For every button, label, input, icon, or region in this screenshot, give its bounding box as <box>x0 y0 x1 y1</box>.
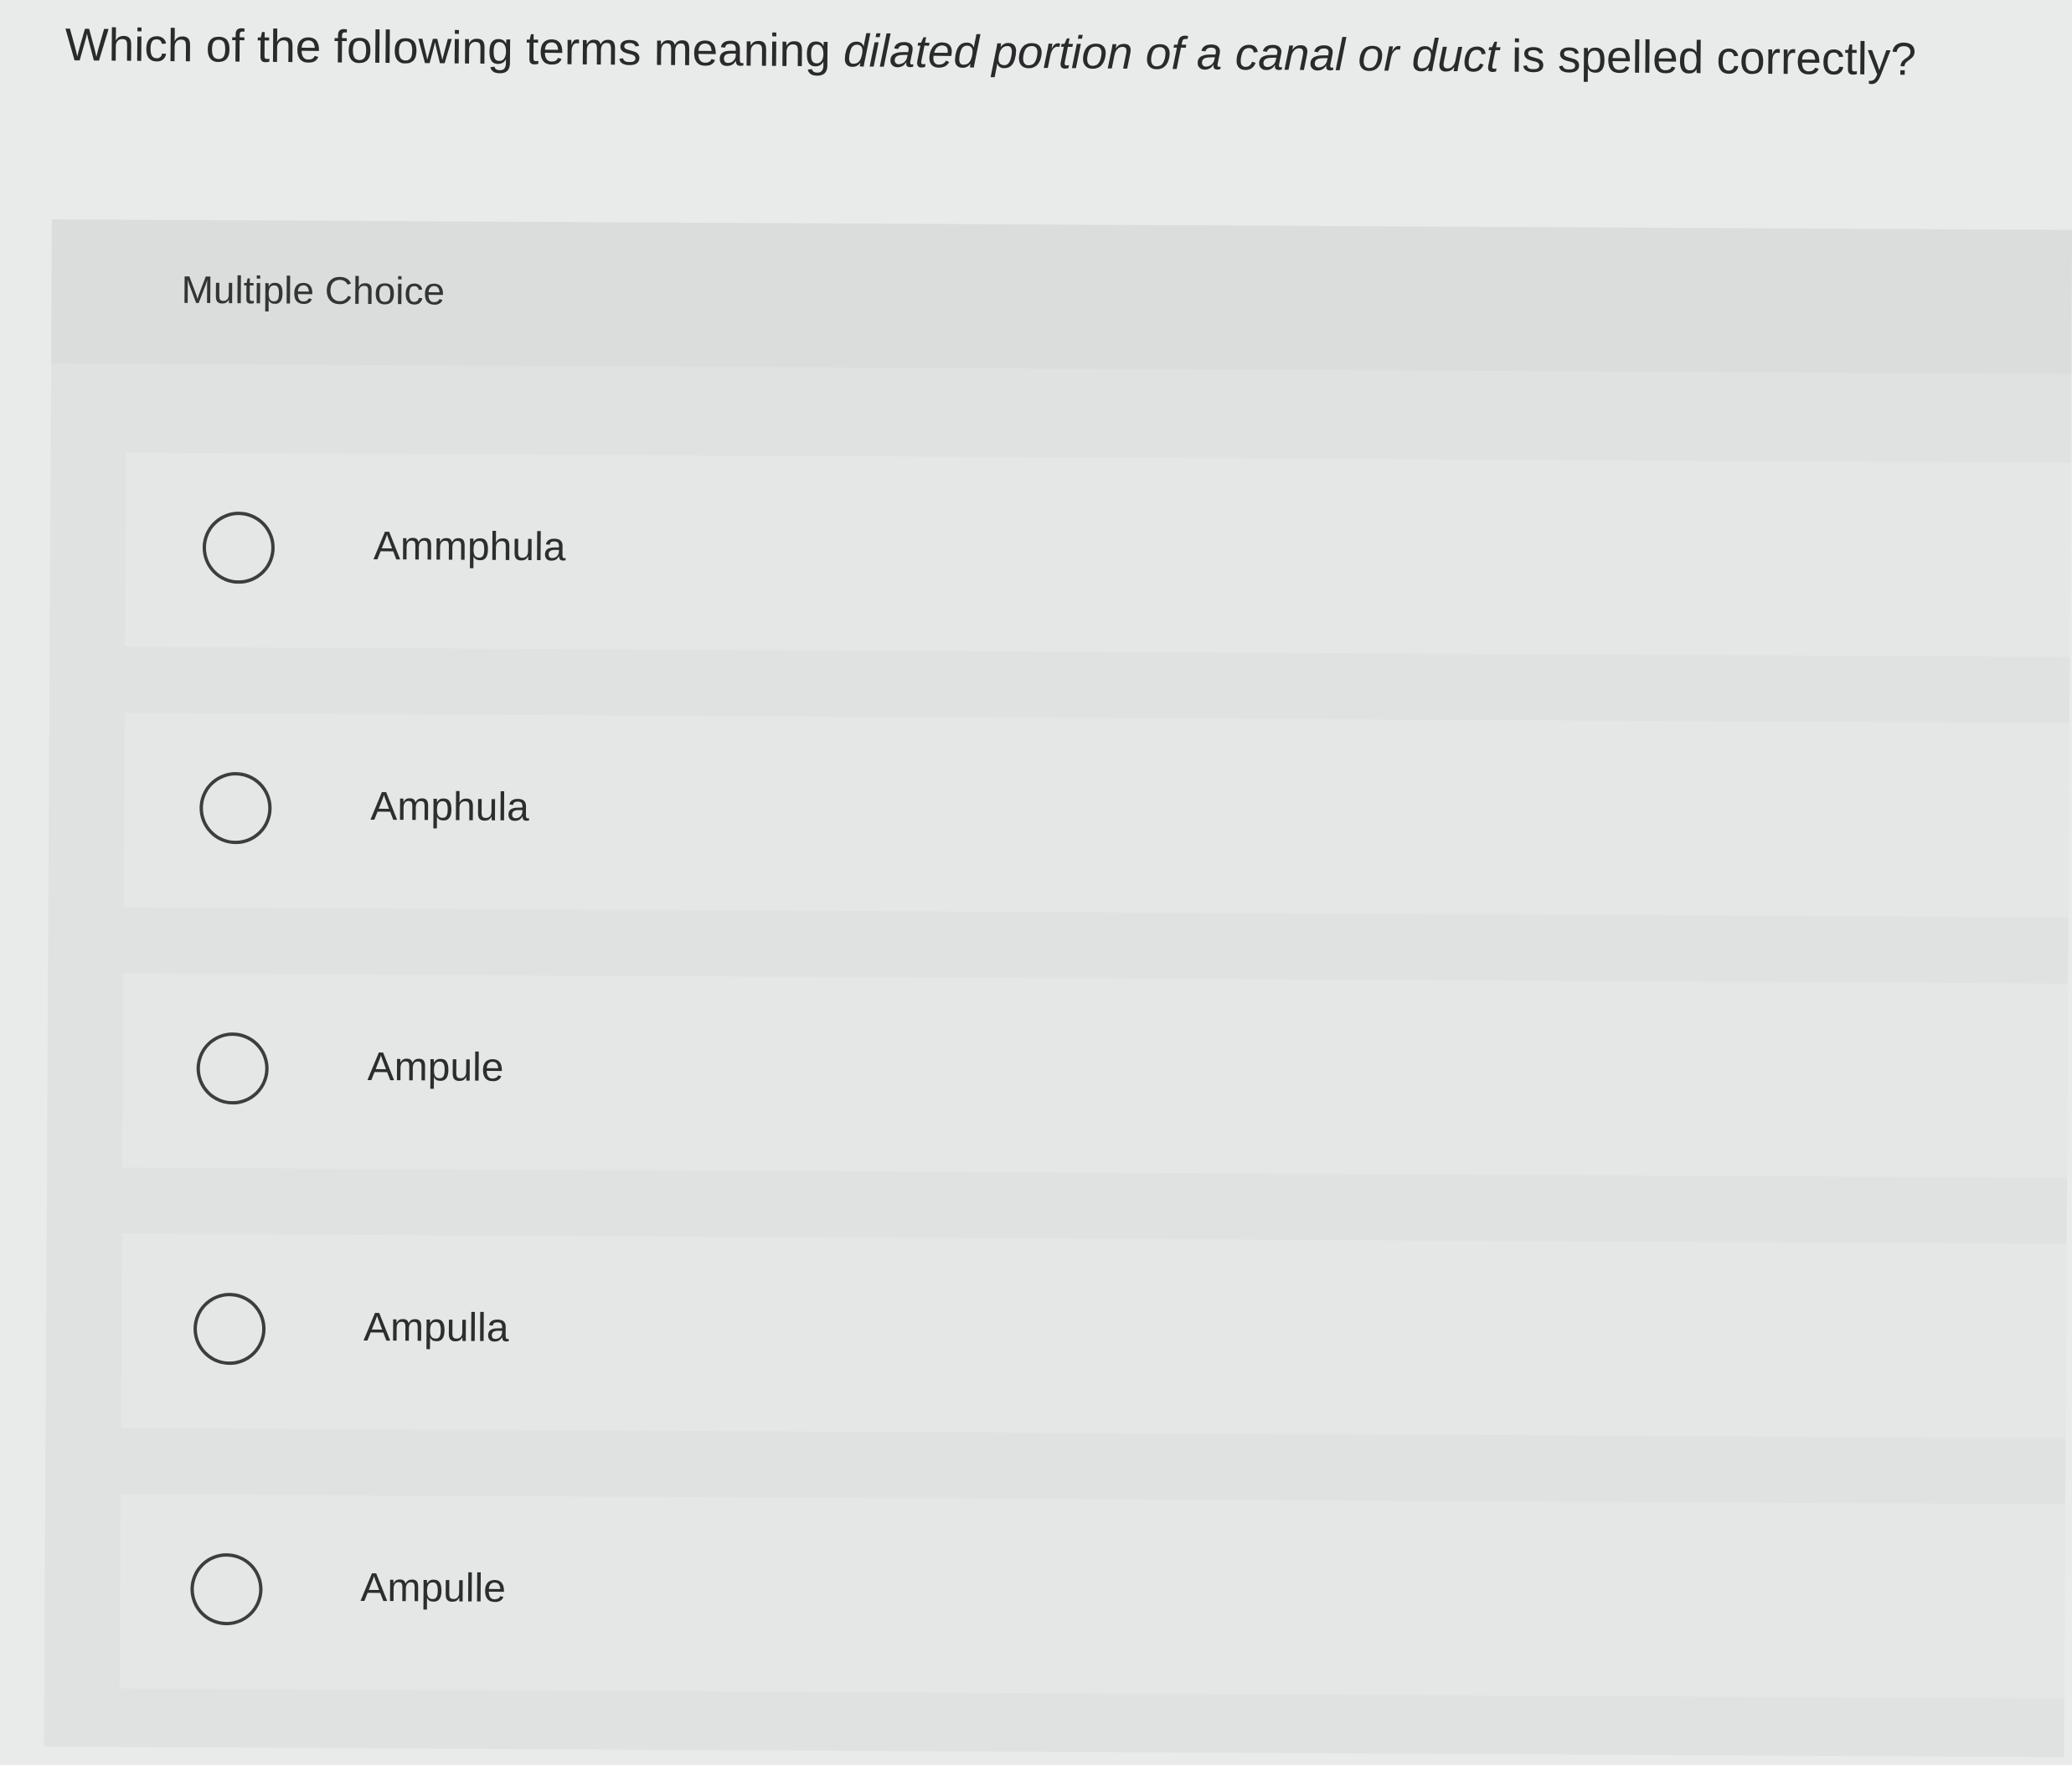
question-type-label: Multiple Choice <box>181 267 446 313</box>
radio-button-icon[interactable] <box>190 1552 263 1626</box>
choice-label[interactable]: Ampule <box>368 1043 504 1092</box>
question-text: Which of the following terms meaning dil… <box>64 15 2041 90</box>
choice-label[interactable]: Ampulle <box>360 1564 506 1613</box>
question-emphasis: dilated portion of a canal or duct <box>843 24 1499 82</box>
question-suffix: is spelled correctly? <box>1498 29 1917 85</box>
choice-label[interactable]: Ampulla <box>363 1304 509 1353</box>
radio-button-icon[interactable] <box>193 1292 266 1366</box>
radio-button-icon[interactable] <box>199 771 272 845</box>
choice-option-2[interactable]: Amphula <box>123 713 2069 918</box>
choice-option-1[interactable]: Ammphula <box>125 452 2071 657</box>
choice-label[interactable]: Ammphula <box>374 522 566 572</box>
choice-option-4[interactable]: Ampulla <box>121 1233 2067 1438</box>
multiple-choice-card: Multiple Choice Ammphula Amphula Ampule … <box>44 219 2072 1757</box>
choice-option-5[interactable]: Ampulle <box>119 1494 2065 1699</box>
card-header: Multiple Choice <box>51 219 2072 374</box>
answer-choices: Ammphula Amphula Ampule Ampulla Ampulle <box>119 452 2071 1764</box>
question-prefix: Which of the following terms meaning <box>64 18 844 77</box>
choice-option-3[interactable]: Ampule <box>122 973 2069 1178</box>
choice-label[interactable]: Amphula <box>370 783 529 832</box>
radio-button-icon[interactable] <box>196 1032 269 1105</box>
radio-button-icon[interactable] <box>202 511 276 584</box>
